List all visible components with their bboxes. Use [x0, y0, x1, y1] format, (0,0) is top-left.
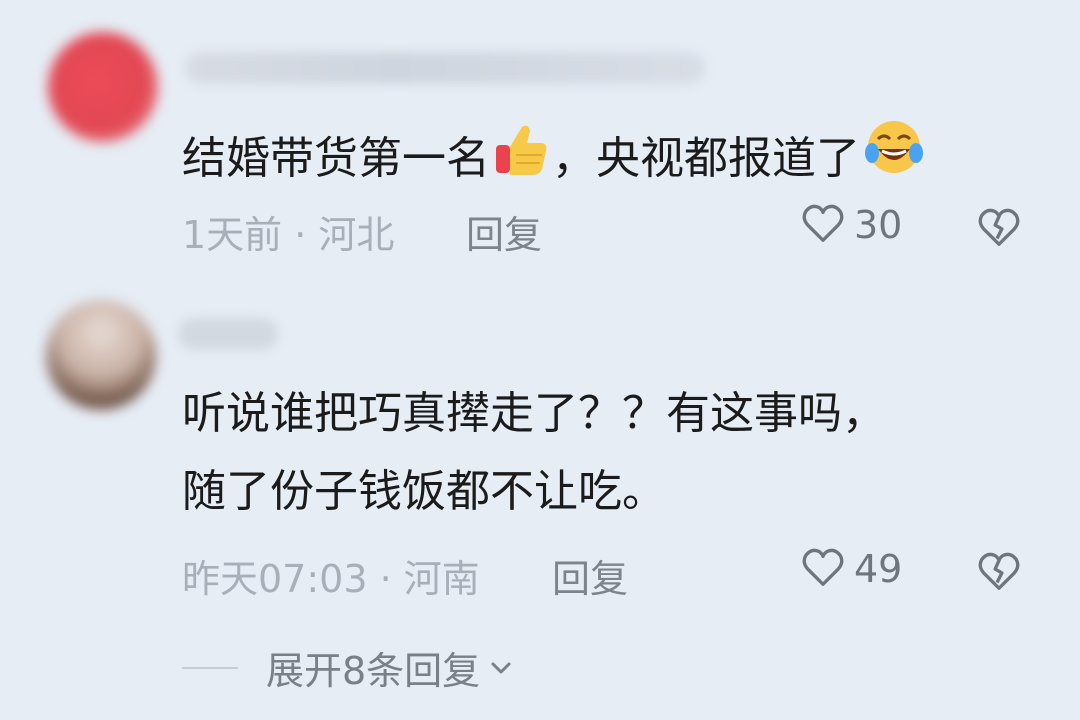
expand-replies-label: 展开8条回复	[266, 649, 481, 693]
heart-icon	[800, 544, 846, 594]
like-count: 30	[854, 203, 903, 247]
username-blurred[interactable]	[185, 52, 705, 84]
chevron-down-icon	[488, 655, 514, 681]
comment-text-part: 结婚带货第一名	[182, 133, 490, 184]
avatar[interactable]	[48, 32, 158, 142]
comment-meta: 昨天07:03 · 河南	[182, 557, 480, 601]
broken-heart-icon[interactable]	[976, 548, 1022, 598]
reply-button[interactable]: 回复	[466, 204, 542, 259]
comment-meta: 1天前 · 河北	[182, 213, 395, 257]
like-count: 49	[854, 547, 903, 591]
thumbs-up-icon	[492, 121, 550, 199]
comment-text: 结婚带货第一名 ，央视都报道了	[182, 115, 928, 199]
username-blurred[interactable]	[178, 318, 278, 350]
comment-text-part: ，央视都报道了	[552, 133, 860, 184]
heart-icon	[800, 200, 846, 250]
avatar[interactable]	[46, 300, 156, 410]
like-button[interactable]: 30	[800, 200, 902, 250]
comment-text-line: 听说谁把巧真撵走了？？有这事吗，	[182, 388, 886, 439]
broken-heart-icon[interactable]	[976, 204, 1022, 254]
expand-replies-button[interactable]: 展开8条回复	[182, 640, 514, 695]
comment-text-line: 随了份子钱饭都不让吃。	[182, 466, 666, 517]
like-button[interactable]: 49	[800, 544, 902, 594]
reply-button[interactable]: 回复	[552, 548, 628, 603]
divider	[182, 666, 238, 669]
laughing-crying-icon	[862, 115, 926, 199]
